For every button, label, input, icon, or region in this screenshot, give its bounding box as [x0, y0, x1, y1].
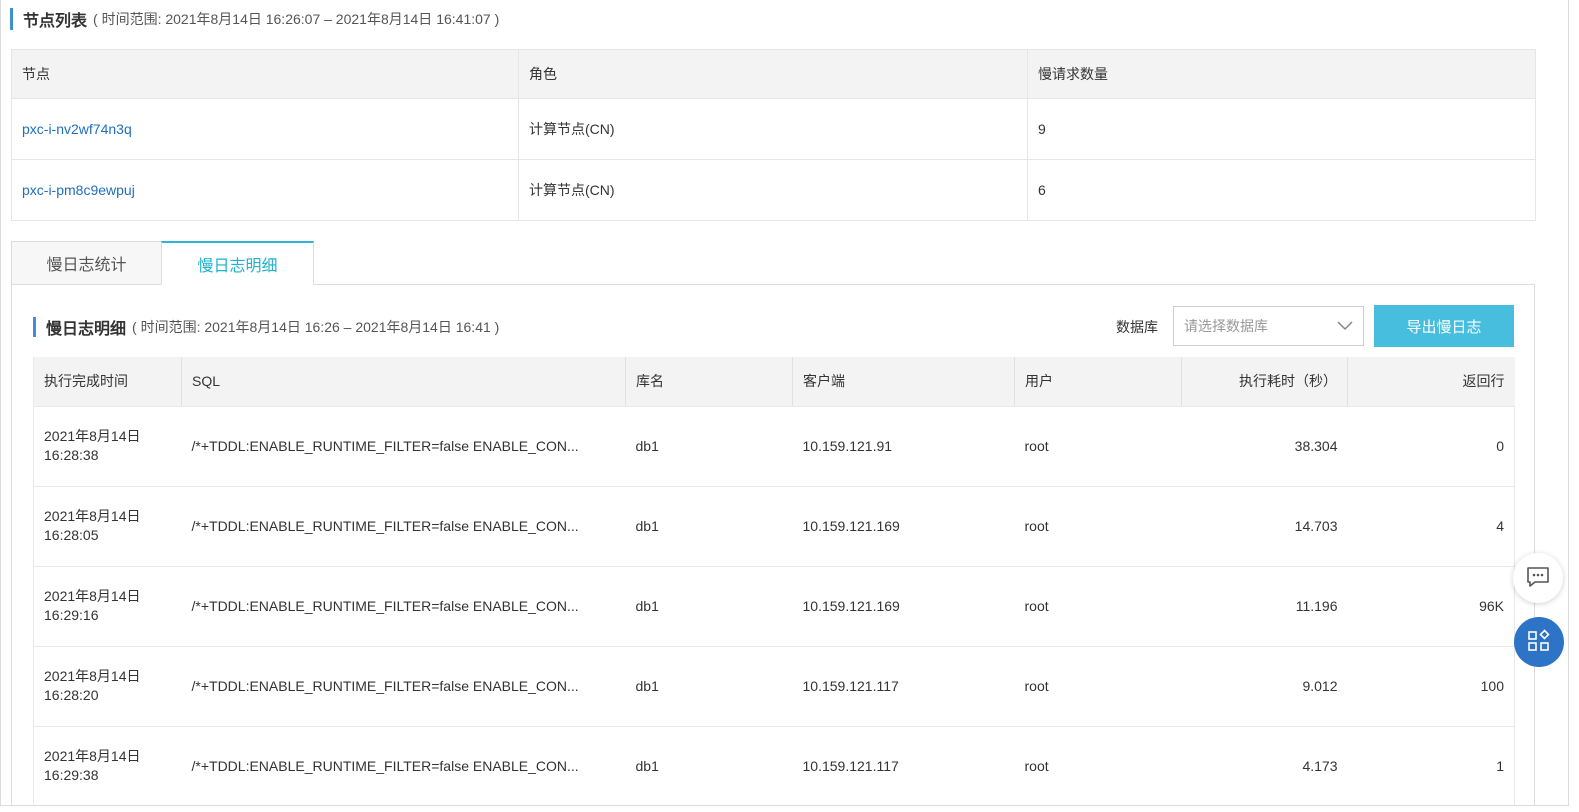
client-cell: 10.159.121.169: [792, 486, 1015, 567]
col-header-sql: SQL: [181, 357, 626, 407]
slow-log-detail-panel: 慢日志明细 ( 时间范围: 2021年8月14日 16:26 – 2021年8月…: [11, 284, 1535, 805]
database-label: 数据库: [1116, 319, 1158, 335]
returned-rows-cell: 0: [1347, 406, 1515, 487]
col-header-returned-rows: 返回行: [1347, 357, 1515, 407]
duration-cell: 38.304: [1181, 406, 1348, 487]
chat-bubble-icon: [1526, 566, 1550, 591]
database-select[interactable]: 请选择数据库: [1173, 306, 1364, 346]
slow-log-table: 执行完成时间 SQL 库名 客户端 用户 执行耗时（秒） 返回行 2021年8月…: [33, 357, 1515, 805]
node-list-heading: 节点列表: [23, 13, 88, 30]
node-link[interactable]: pxc-i-pm8c9ewpuj: [22, 182, 135, 198]
node-link[interactable]: pxc-i-nv2wf74n3q: [22, 121, 132, 137]
tab-slow-log-detail[interactable]: 慢日志明细: [161, 241, 314, 285]
finish-time-cell: 2021年8月14日 16:28:05: [33, 486, 182, 567]
col-header-node: 节点: [11, 49, 519, 99]
apps-button[interactable]: [1514, 617, 1564, 667]
finish-clock: 16:28:20: [44, 687, 99, 703]
node-role: 计算节点(CN): [518, 98, 1028, 160]
finish-time-cell: 2021年8月14日 16:28:38: [33, 406, 182, 487]
finish-date: 2021年8月14日: [44, 588, 141, 604]
duration-cell: 11.196: [1181, 566, 1348, 647]
user-cell: root: [1014, 646, 1182, 727]
col-header-db-name: 库名: [625, 357, 793, 407]
table-row: 2021年8月14日 16:29:38 /*+TDDL:ENABLE_RUNTIM…: [33, 726, 1515, 805]
table-row: 2021年8月14日 16:29:16 /*+TDDL:ENABLE_RUNTIM…: [33, 566, 1515, 647]
tab-slow-log-stats[interactable]: 慢日志统计: [11, 241, 162, 285]
col-header-client: 客户端: [792, 357, 1015, 407]
finish-date: 2021年8月14日: [44, 428, 141, 444]
user-cell: root: [1014, 726, 1182, 805]
db-name-cell: db1: [625, 726, 793, 805]
client-cell: 10.159.121.91: [792, 406, 1015, 487]
returned-rows-cell: 1: [1347, 726, 1515, 805]
node-slow-count: 9: [1027, 98, 1536, 160]
returned-rows-cell: 100: [1347, 646, 1515, 727]
col-header-role: 角色: [518, 49, 1028, 99]
sql-cell[interactable]: /*+TDDL:ENABLE_RUNTIME_FILTER=false ENAB…: [181, 406, 626, 487]
apps-grid-icon: [1527, 628, 1551, 656]
db-name-cell: db1: [625, 566, 793, 647]
slow-log-detail-time-range: ( 时间范围: 2021年8月14日 16:26 – 2021年8月14日 16…: [132, 319, 500, 335]
node-slow-count: 6: [1027, 159, 1536, 221]
user-cell: root: [1014, 406, 1182, 487]
table-row: 2021年8月14日 16:28:38 /*+TDDL:ENABLE_RUNTIM…: [33, 406, 1515, 487]
sql-cell[interactable]: /*+TDDL:ENABLE_RUNTIME_FILTER=false ENAB…: [181, 566, 626, 647]
finish-time-cell: 2021年8月14日 16:29:16: [33, 566, 182, 647]
client-cell: 10.159.121.169: [792, 566, 1015, 647]
sql-cell[interactable]: /*+TDDL:ENABLE_RUNTIME_FILTER=false ENAB…: [181, 646, 626, 727]
col-header-finish-time: 执行完成时间: [33, 357, 182, 407]
database-select-placeholder: 请选择数据库: [1184, 318, 1268, 334]
db-name-cell: db1: [625, 406, 793, 487]
chevron-down-icon: [1337, 318, 1353, 334]
returned-rows-cell: 4: [1347, 486, 1515, 567]
client-cell: 10.159.121.117: [792, 646, 1015, 727]
duration-cell: 9.012: [1181, 646, 1348, 727]
user-cell: root: [1014, 486, 1182, 567]
finish-clock: 16:28:05: [44, 527, 99, 543]
col-header-duration: 执行耗时（秒）: [1181, 357, 1348, 407]
table-row: pxc-i-pm8c9ewpuj 计算节点(CN) 6: [11, 159, 1536, 221]
returned-rows-cell: 96K: [1347, 566, 1515, 647]
table-row: pxc-i-nv2wf74n3q 计算节点(CN) 9: [11, 98, 1536, 160]
slow-log-detail-title: 慢日志明细 ( 时间范围: 2021年8月14日 16:26 – 2021年8月…: [33, 317, 500, 338]
db-name-cell: db1: [625, 486, 793, 567]
export-slow-log-button[interactable]: 导出慢日志: [1374, 305, 1514, 347]
duration-cell: 14.703: [1181, 486, 1348, 567]
db-name-cell: db1: [625, 646, 793, 727]
slow-log-detail-heading: 慢日志明细: [46, 321, 127, 338]
client-cell: 10.159.121.117: [792, 726, 1015, 805]
slow-log-page: 节点列表 ( 时间范围: 2021年8月14日 16:26:07 – 2021年…: [0, 0, 1569, 806]
slow-log-table-header: 执行完成时间 SQL 库名 客户端 用户 执行耗时（秒） 返回行: [33, 357, 1515, 407]
node-table-header: 节点 角色 慢请求数量: [11, 49, 1536, 99]
sql-cell[interactable]: /*+TDDL:ENABLE_RUNTIME_FILTER=false ENAB…: [181, 726, 626, 805]
col-header-slow-count: 慢请求数量: [1027, 49, 1536, 99]
node-table: 节点 角色 慢请求数量 pxc-i-nv2wf74n3q 计算节点(CN) 9 …: [11, 49, 1536, 221]
finish-date: 2021年8月14日: [44, 508, 141, 524]
tab-bar: 慢日志统计 慢日志明细: [11, 241, 314, 285]
chat-button[interactable]: [1513, 553, 1563, 603]
finish-date: 2021年8月14日: [44, 668, 141, 684]
table-row: 2021年8月14日 16:28:05 /*+TDDL:ENABLE_RUNTIM…: [33, 486, 1515, 567]
table-row: 2021年8月14日 16:28:20 /*+TDDL:ENABLE_RUNTIM…: [33, 646, 1515, 727]
finish-time-cell: 2021年8月14日 16:29:38: [33, 726, 182, 805]
finish-time-cell: 2021年8月14日 16:28:20: [33, 646, 182, 727]
sql-cell[interactable]: /*+TDDL:ENABLE_RUNTIME_FILTER=false ENAB…: [181, 486, 626, 567]
finish-clock: 16:28:38: [44, 447, 99, 463]
finish-clock: 16:29:38: [44, 767, 99, 783]
finish-clock: 16:29:16: [44, 607, 99, 623]
node-role: 计算节点(CN): [518, 159, 1028, 221]
duration-cell: 4.173: [1181, 726, 1348, 805]
user-cell: root: [1014, 566, 1182, 647]
node-list-time-range: ( 时间范围: 2021年8月14日 16:26:07 – 2021年8月14日…: [93, 11, 500, 27]
col-header-user: 用户: [1014, 357, 1182, 407]
node-list-title: 节点列表 ( 时间范围: 2021年8月14日 16:26:07 – 2021年…: [10, 8, 499, 30]
finish-date: 2021年8月14日: [44, 748, 141, 764]
